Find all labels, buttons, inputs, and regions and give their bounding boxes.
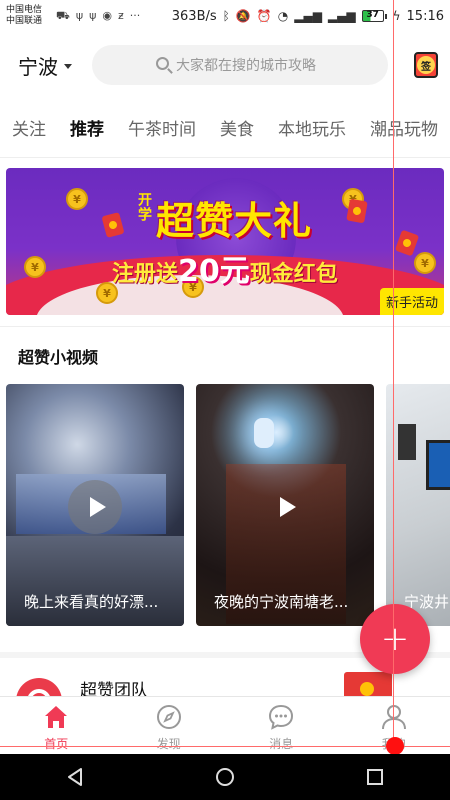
nav-messages-label: 消息 — [269, 737, 294, 751]
compass-icon — [156, 705, 181, 729]
section-title: 超赞小视频 — [18, 348, 99, 367]
play-icon[interactable] — [258, 480, 312, 534]
bluetooth-icon: ᛒ — [222, 9, 230, 23]
nav-discover-label: 发现 — [156, 737, 181, 751]
clock: 15:16 — [406, 8, 444, 24]
banner-subtitle-suffix: 现金红包 — [249, 262, 338, 287]
back-triangle-icon — [68, 768, 82, 786]
caret-down-icon — [64, 63, 72, 69]
back-button[interactable] — [55, 762, 95, 792]
weibo-icon: ◉ — [102, 8, 112, 22]
section-divider — [0, 326, 450, 327]
plus-icon: + — [380, 619, 410, 659]
battery-icon: 37 — [361, 10, 387, 22]
play-icon[interactable] — [68, 480, 122, 534]
create-post-button[interactable]: + — [360, 604, 430, 674]
recents-button[interactable] — [355, 762, 395, 792]
chat-bubble-icon — [269, 704, 294, 730]
banner-amount: 20元 — [178, 254, 250, 289]
red-envelope-icon — [394, 229, 420, 257]
banner-kai-label: 开学 — [136, 192, 152, 222]
signal-icon: ▂▄▆ — [294, 9, 322, 23]
promo-banner[interactable]: ¥ ¥ ¥ ¥ ¥ ¥ 开学 超赞大礼 注册送20元现金红包 新手活动 — [6, 168, 444, 315]
home-button[interactable] — [205, 762, 245, 792]
system-status: 363B/s ᛒ 🔕 ⏰ ◔ ▂▄▆ ▂▄▆ 37 ϟ 15:16 — [172, 9, 444, 24]
usb-icon: ψ — [75, 8, 84, 22]
search-icon — [156, 57, 169, 70]
video-caption: 夜晚的宁波南塘老... — [214, 593, 349, 611]
video-thumbnail-screen — [426, 440, 450, 490]
alarm-icon: ⏰ — [256, 9, 272, 23]
home-icon — [45, 706, 68, 728]
video-thumbnail — [398, 424, 416, 460]
recents-square-icon — [367, 769, 383, 785]
network-speed: 363B/s — [171, 8, 217, 24]
banner-title: 超赞大礼 — [156, 199, 313, 243]
top-header: 宁波 大家都在搜的城市攻略 签 — [0, 32, 450, 98]
guide-line-horizontal — [0, 746, 450, 747]
app-icon: ƶ — [117, 8, 124, 22]
video-card[interactable]: 晚上来看真的好漂... — [6, 384, 184, 626]
carrier-2: 中国联通 — [6, 16, 43, 26]
notification-icons: ⛟ ψ ψ ◉ ƶ ··· — [56, 9, 140, 24]
sign-in-icon: 签 — [417, 56, 435, 74]
truck-icon: ⛟ — [56, 8, 70, 22]
guide-line-vertical — [393, 0, 394, 800]
banner-subtitle: 注册送20元现金红包 — [112, 246, 338, 290]
home-circle-icon — [216, 768, 234, 786]
video-thumbnail-lamp — [254, 418, 274, 448]
search-placeholder: 大家都在搜的城市攻略 — [176, 58, 316, 74]
banner-subtitle-prefix: 注册送 — [112, 262, 179, 287]
red-envelope-icon — [101, 212, 125, 238]
status-bar: 中国电信 中国联通 ⛟ ψ ψ ◉ ƶ ··· 363B/s ᛒ 🔕 ⏰ ◔ ▂… — [0, 0, 450, 32]
video-caption: 晚上来看真的好漂... — [24, 593, 159, 611]
category-tabs: 关注 推荐 午茶时间 美食 本地玩乐 潮品玩物 — [0, 98, 450, 158]
video-card[interactable]: 宁波井 — [386, 384, 450, 626]
more-icon: ··· — [129, 8, 141, 22]
battery-level: 37 — [366, 10, 379, 20]
usb-icon-2: ψ — [89, 8, 97, 22]
coin-icon: ¥ — [66, 188, 88, 210]
tab-recommend[interactable]: 推荐 — [70, 115, 104, 140]
carrier-info: 中国电信 中国联通 — [6, 5, 50, 27]
search-bar[interactable]: 大家都在搜的城市攻略 — [92, 45, 388, 85]
new-user-badge: 新手活动 — [379, 288, 444, 315]
system-nav-bar — [0, 754, 450, 800]
app-screen: 中国电信 中国联通 ⛟ ψ ψ ◉ ƶ ··· 363B/s ᛒ 🔕 ⏰ ◔ ▂… — [0, 0, 450, 800]
sign-in-button[interactable]: 签 — [414, 52, 438, 78]
video-card[interactable]: 夜晚的宁波南塘老... — [196, 384, 374, 626]
touch-indicator — [386, 737, 404, 755]
signal-icon-2: ▂▄▆ — [327, 9, 356, 23]
video-thumbnail-floor — [6, 536, 184, 626]
coin-icon: ¥ — [414, 252, 436, 274]
red-envelope-icon — [346, 198, 368, 224]
nav-home-label: 首页 — [44, 737, 69, 751]
tab-afternoon-tea[interactable]: 午茶时间 — [128, 115, 196, 140]
city-selector[interactable]: 宁波 — [18, 51, 72, 80]
mute-icon: 🔕 — [235, 9, 251, 23]
tab-follow[interactable]: 关注 — [12, 115, 46, 140]
tab-local-fun[interactable]: 本地玩乐 — [278, 115, 346, 140]
carrier-1: 中国电信 — [6, 5, 43, 15]
wifi-icon: ◔ — [277, 9, 289, 23]
tab-food[interactable]: 美食 — [220, 115, 254, 140]
tab-trendy[interactable]: 潮品玩物 — [370, 115, 438, 140]
video-carousel[interactable]: 晚上来看真的好漂... 夜晚的宁波南塘老... 宁波井 — [6, 384, 450, 626]
city-label: 宁波 — [18, 54, 58, 79]
coin-icon: ¥ — [24, 256, 46, 278]
